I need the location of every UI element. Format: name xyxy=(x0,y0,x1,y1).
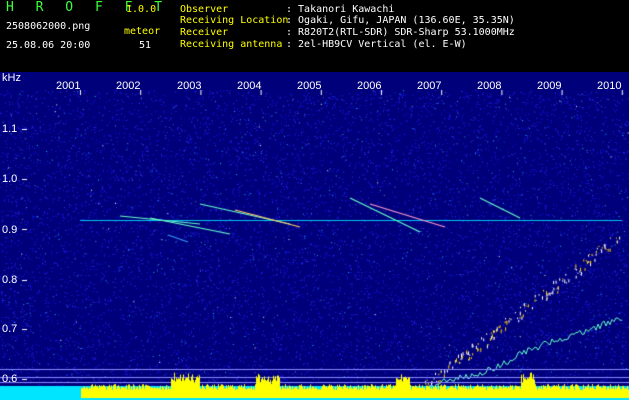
antenna-key: Receiving antenna xyxy=(180,39,283,50)
antenna-value: : 2el-HB9CV Vertical (el. E-W) xyxy=(286,39,467,50)
observer-key: Observer xyxy=(180,4,229,15)
location-value: : Ogaki, Gifu, JAPAN (136.60E, 35.35N) xyxy=(286,15,515,26)
receiver-key: Receiver xyxy=(180,27,229,38)
meteor-label: meteor xyxy=(124,26,161,37)
location-key: Receiving Location xyxy=(180,15,289,26)
x-tick-label: 2003 xyxy=(177,80,202,92)
x-tick-label: 2005 xyxy=(297,80,322,92)
x-tick-label: 2002 xyxy=(116,80,141,92)
y-tick-label: 0.8 xyxy=(2,274,18,286)
x-tick-label: 2007 xyxy=(417,80,442,92)
y-tick-label: 1.0 xyxy=(2,173,18,185)
filename-label: 2508062000.png xyxy=(6,21,91,32)
y-unit-label: kHz xyxy=(2,72,21,84)
observer-value: : Takanori Kawachi xyxy=(286,4,395,15)
x-tick-label: 2004 xyxy=(237,80,262,92)
x-tick-label: 2006 xyxy=(357,80,382,92)
x-tick-label: 2010 xyxy=(597,80,622,92)
y-tick-label: 0.9 xyxy=(2,224,18,236)
spectrogram-canvas xyxy=(0,72,629,400)
x-tick-label: 2009 xyxy=(537,80,562,92)
y-tick-label: 0.7 xyxy=(2,323,18,335)
y-tick-label: 1.1 xyxy=(2,123,18,135)
y-tick-label: 0.6 xyxy=(2,373,18,385)
spectrogram-panel: kHz 2001 2002 2003 2004 2005 2006 2007 2… xyxy=(0,72,629,400)
meteor-count: 51 xyxy=(139,40,152,51)
app-version: 1.0.0 xyxy=(126,4,157,15)
receiver-value: : R820T2(RTL-SDR) SDR-Sharp 53.1000MHz xyxy=(286,27,515,38)
datetime-label: 25.08.06 20:00 xyxy=(6,40,91,51)
header-panel: H R O F F T 1.0.0 2508062000.png 25.08.0… xyxy=(0,0,629,56)
x-tick-label: 2008 xyxy=(477,80,502,92)
x-tick-label: 2001 xyxy=(56,80,81,92)
